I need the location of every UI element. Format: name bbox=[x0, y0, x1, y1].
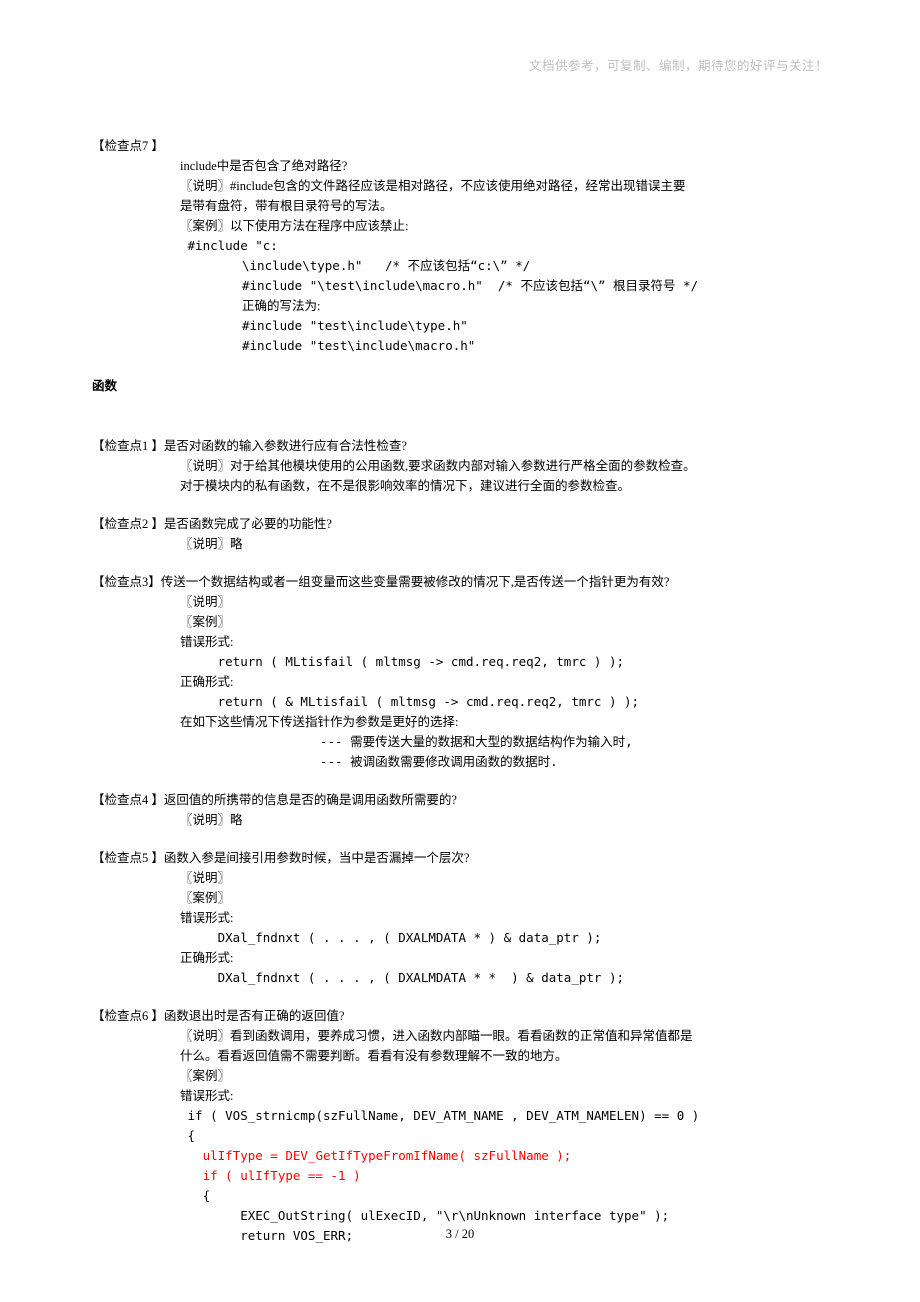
checkpoint-label: 【检查点5 】 bbox=[92, 848, 164, 868]
page-number: 3 / 20 bbox=[0, 1224, 920, 1244]
checkpoint-6: 【检查点6 】 函数退出时是否有正确的返回值? bbox=[92, 1006, 828, 1026]
text-line: 正确的写法为: bbox=[92, 296, 828, 316]
code-line: if ( VOS_strnicmp(szFullName, DEV_ATM_NA… bbox=[92, 1106, 828, 1126]
text-line: 〖案例〗 bbox=[92, 612, 828, 632]
text-line: 在如下这些情况下传送指针作为参数是更好的选择: bbox=[92, 712, 828, 732]
code-line: #include "test\include\type.h" bbox=[92, 316, 828, 336]
text-line: 〖案例〗 bbox=[92, 1066, 828, 1086]
text-line: 〖说明〗#include包含的文件路径应该是相对路径，不应该使用绝对路径，经常出… bbox=[92, 176, 828, 196]
text-line: 错误形式: bbox=[92, 1086, 828, 1106]
checkpoint-title: 是否函数完成了必要的功能性? bbox=[164, 514, 828, 534]
checkpoint-5: 【检查点5 】 函数入参是间接引用参数时候，当中是否漏掉一个层次? bbox=[92, 848, 828, 868]
text-line: 正确形式: bbox=[92, 672, 828, 692]
checkpoint-3: 【检查点3】 传送一个数据结构或者一组变量而这些变量需要被修改的情况下,是否传送… bbox=[92, 572, 828, 592]
checkpoint-title: 函数退出时是否有正确的返回值? bbox=[164, 1006, 828, 1026]
code-line: { bbox=[92, 1126, 828, 1146]
checkpoint-title: 返回值的所携带的信息是否的确是调用函数所需要的? bbox=[164, 790, 828, 810]
code-line: DXal_fndnxt ( . . . , ( DXALMDATA * * ) … bbox=[92, 968, 828, 988]
code-line: return ( & MLtisfail ( mltmsg -> cmd.req… bbox=[92, 692, 828, 712]
checkpoint-2: 【检查点2 】 是否函数完成了必要的功能性? bbox=[92, 514, 828, 534]
header-watermark: 文档供参考，可复制、编制，期待您的好评与关注！ bbox=[529, 56, 828, 76]
code-line: \include\type.h" /* 不应该包括“c:\” */ bbox=[92, 256, 828, 276]
code-line: EXEC_OutString( ulExecID, "\r\nUnknown i… bbox=[92, 1206, 828, 1226]
checkpoint-1: 【检查点1 】 是否对函数的输入参数进行应有合法性检查? bbox=[92, 436, 828, 456]
text-line: 错误形式: bbox=[92, 632, 828, 652]
checkpoint-label: 【检查点4 】 bbox=[92, 790, 164, 810]
checkpoint-4: 【检查点4 】 返回值的所携带的信息是否的确是调用函数所需要的? bbox=[92, 790, 828, 810]
text-line: 〖案例〗以下使用方法在程序中应该禁止: bbox=[92, 216, 828, 236]
code-line: #include "c: bbox=[92, 236, 828, 256]
code-line-error: if ( ulIfType == -1 ) bbox=[92, 1166, 828, 1186]
code-line: #include "test\include\macro.h" bbox=[92, 336, 828, 356]
code-line: { bbox=[92, 1186, 828, 1206]
text-line: include中是否包含了绝对路径? bbox=[92, 156, 828, 176]
text-line: 错误形式: bbox=[92, 908, 828, 928]
checkpoint-label: 【检查点2 】 bbox=[92, 514, 164, 534]
checkpoint-title: 函数入参是间接引用参数时候，当中是否漏掉一个层次? bbox=[164, 848, 828, 868]
text-line: --- 需要传送大量的数据和大型的数据结构作为输入时, bbox=[92, 732, 828, 752]
text-line: 〖说明〗对于给其他模块使用的公用函数,要求函数内部对输入参数进行严格全面的参数检… bbox=[92, 456, 828, 476]
code-line-error: ulIfType = DEV_GetIfTypeFromIfName( szFu… bbox=[92, 1146, 828, 1166]
text-line: 〖说明〗略 bbox=[92, 810, 828, 830]
text-line: --- 被调函数需要修改调用函数的数据时. bbox=[92, 752, 828, 772]
text-line: 〖说明〗 bbox=[92, 592, 828, 612]
text-line: 是带有盘符，带有根目录符号的写法。 bbox=[92, 196, 828, 216]
code-line: DXal_fndnxt ( . . . , ( DXALMDATA * ) & … bbox=[92, 928, 828, 948]
code-line: #include "\test\include\macro.h" /* 不应该包… bbox=[92, 276, 828, 296]
code-line: return ( MLtisfail ( mltmsg -> cmd.req.r… bbox=[92, 652, 828, 672]
checkpoint-label: 【检查点1 】 bbox=[92, 436, 164, 456]
text-line: 〖说明〗 bbox=[92, 868, 828, 888]
text-line: 〖说明〗看到函数调用，要养成习惯，进入函数内部瞄一眼。看看函数的正常值和异常值都… bbox=[92, 1026, 828, 1046]
text-line: 正确形式: bbox=[92, 948, 828, 968]
checkpoint-title: 是否对函数的输入参数进行应有合法性检查? bbox=[164, 436, 828, 456]
checkpoint-7: 【检查点7 】 bbox=[92, 136, 828, 156]
page: 文档供参考，可复制、编制，期待您的好评与关注！ 【检查点7 】 include中… bbox=[0, 0, 920, 1302]
text-line: 什么。看看返回值需不需要判断。看看有没有参数理解不一致的地方。 bbox=[92, 1046, 828, 1066]
checkpoint-title: 传送一个数据结构或者一组变量而这些变量需要被修改的情况下,是否传送一个指针更为有… bbox=[161, 572, 828, 592]
document-body: 【检查点7 】 include中是否包含了绝对路径? 〖说明〗#include包… bbox=[92, 136, 828, 1246]
checkpoint-body bbox=[164, 136, 828, 156]
checkpoint-label: 【检查点6 】 bbox=[92, 1006, 164, 1026]
checkpoint-label: 【检查点3】 bbox=[92, 572, 161, 592]
section-heading-functions: 函数 bbox=[92, 376, 828, 396]
checkpoint-label: 【检查点7 】 bbox=[92, 136, 164, 156]
text-line: 〖案例〗 bbox=[92, 888, 828, 908]
text-line: 〖说明〗略 bbox=[92, 534, 828, 554]
text-line: 对于模块内的私有函数，在不是很影响效率的情况下，建议进行全面的参数检查。 bbox=[92, 476, 828, 496]
